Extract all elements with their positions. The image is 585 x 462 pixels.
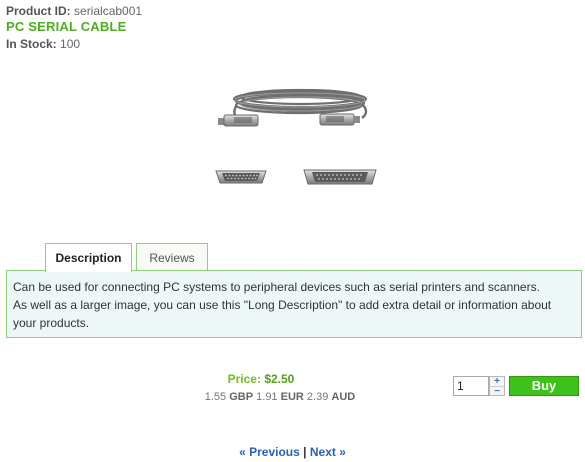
product-id-label: Product ID: xyxy=(6,4,71,18)
tab-description[interactable]: Description xyxy=(45,243,132,272)
product-title: PC SERIAL CABLE xyxy=(6,19,127,34)
increment-icon[interactable]: + xyxy=(490,377,504,387)
price-row: Price: $2.50 xyxy=(0,372,522,386)
conversion-currency: AUD xyxy=(331,391,356,403)
previous-link[interactable]: « Previous xyxy=(239,445,300,459)
stock-label: In Stock: xyxy=(6,37,57,51)
conversion-currency: EUR xyxy=(280,391,304,403)
serial-cable-image xyxy=(215,88,377,185)
price-label: Price: xyxy=(227,372,261,386)
buy-button[interactable]: Buy xyxy=(509,376,579,396)
pager-separator: | xyxy=(303,445,307,459)
conversion-currency: GBP xyxy=(229,391,254,403)
product-image[interactable] xyxy=(212,84,387,196)
price-amount: $2.50 xyxy=(264,372,295,386)
stock-row: In Stock: 100 xyxy=(6,36,80,52)
description-text-2: As well as a larger image, you can use t… xyxy=(13,298,552,330)
decrement-icon[interactable]: − xyxy=(490,386,504,397)
next-link[interactable]: Next » xyxy=(310,445,346,459)
quantity-stepper[interactable]: + − xyxy=(489,376,505,397)
description-text-1: Can be used for connecting PC systems to… xyxy=(13,280,540,294)
stock-value: 100 xyxy=(60,37,81,51)
pagination: « Previous | Next » xyxy=(0,445,585,459)
product-id-value: serialcab001 xyxy=(74,4,143,18)
conversion-value: 2.39 xyxy=(306,391,329,403)
description-panel: Can be used for connecting PC systems to… xyxy=(6,270,582,338)
quantity-input[interactable] xyxy=(453,376,489,396)
tab-reviews[interactable]: Reviews xyxy=(136,243,208,271)
conversion-value: 1.55 xyxy=(204,391,227,403)
product-id-row: Product ID: serialcab001 xyxy=(6,3,142,19)
conversion-value: 1.91 xyxy=(256,391,278,403)
